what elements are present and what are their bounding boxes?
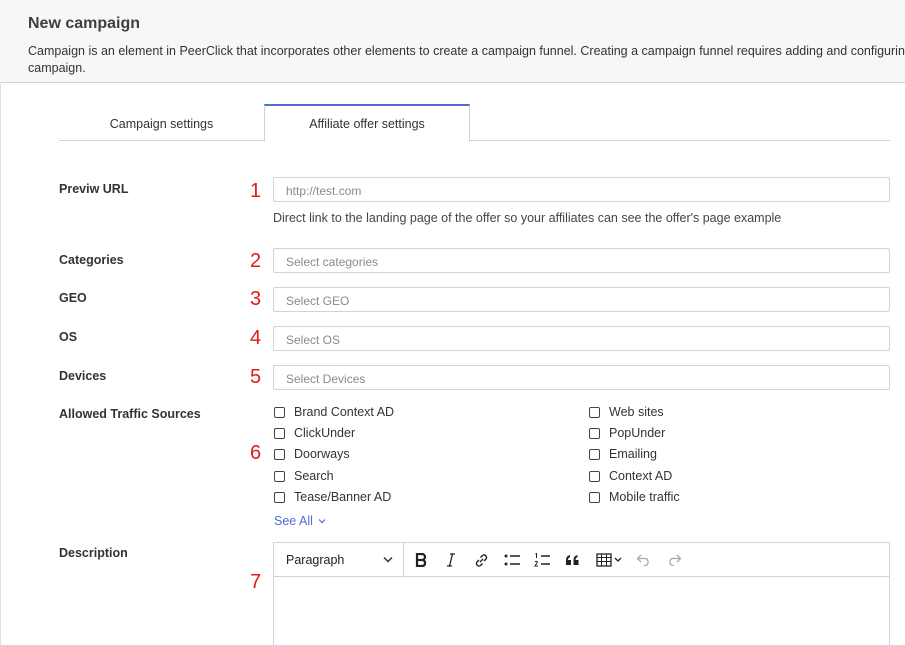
checkbox[interactable] <box>274 406 285 418</box>
checkbox[interactable] <box>274 470 285 482</box>
devices-select[interactable]: Select Devices <box>273 365 890 390</box>
checkbox-label: Emailing <box>609 447 657 461</box>
checkbox[interactable] <box>274 491 285 503</box>
checkbox[interactable] <box>589 491 600 503</box>
preview-url-input[interactable]: http://test.com <box>273 177 890 202</box>
checkbox-label: Search <box>294 469 334 483</box>
checkbox-label: PopUnder <box>609 426 666 440</box>
marker-6: 6 <box>250 442 262 464</box>
paragraph-format-value: Paragraph <box>286 553 345 567</box>
checkbox[interactable] <box>589 406 600 418</box>
marker-4: 4 <box>250 327 262 349</box>
marker-3: 3 <box>250 288 262 310</box>
checkbox[interactable] <box>274 448 285 460</box>
undo-button[interactable] <box>633 549 655 571</box>
italic-icon <box>447 553 455 567</box>
checkbox-label: Brand Context AD <box>294 405 395 419</box>
checkbox-label: Mobile traffic <box>609 490 680 504</box>
quote-icon <box>565 555 578 565</box>
traffic-checkbox[interactable]: Mobile traffic <box>589 489 680 505</box>
description-label: Description <box>59 546 128 560</box>
link-icon <box>475 553 487 567</box>
preview-url-placeholder: http://test.com <box>286 184 362 198</box>
devices-label: Devices <box>59 369 107 383</box>
traffic-checkbox[interactable]: Tease/Banner AD <box>274 489 391 505</box>
checkbox[interactable] <box>589 427 600 439</box>
page-description: Campaign is an element in PeerClick that… <box>28 44 905 75</box>
undo-icon <box>636 554 649 566</box>
categories-select[interactable]: Select categories <box>273 248 890 273</box>
insert-table-button[interactable] <box>592 549 628 571</box>
traffic-checkbox[interactable]: Emailing <box>589 446 657 462</box>
blockquote-button[interactable] <box>561 549 583 571</box>
bulleted-list-icon <box>504 554 520 566</box>
traffic-checkbox[interactable]: Search <box>274 468 334 484</box>
geo-label: GEO <box>59 291 87 305</box>
bulleted-list-button[interactable] <box>501 549 523 571</box>
tab-affiliate-offer-settings[interactable]: Affiliate offer settings <box>264 104 470 142</box>
geo-placeholder: Select GEO <box>286 294 350 308</box>
chevron-down-icon <box>318 519 326 524</box>
bold-icon <box>415 553 427 567</box>
italic-button[interactable] <box>440 549 462 571</box>
description-editor: Paragraph <box>273 542 890 645</box>
see-all-link[interactable]: See All <box>274 514 326 528</box>
geo-select[interactable]: Select GEO <box>273 287 890 312</box>
traffic-checkbox[interactable]: Brand Context AD <box>274 404 394 420</box>
page-header: New campaign Campaign is an element in P… <box>0 0 905 83</box>
preview-url-hint: Direct link to the landing page of the o… <box>273 211 782 225</box>
checkbox[interactable] <box>589 448 600 460</box>
checkbox-label: Web sites <box>609 405 664 419</box>
os-label: OS <box>59 330 78 344</box>
numbered-list-icon <box>533 552 550 566</box>
checkbox-label: Tease/Banner AD <box>294 490 392 504</box>
page-title: New campaign <box>28 15 141 32</box>
devices-placeholder: Select Devices <box>286 372 366 386</box>
traffic-checkbox[interactable]: Doorways <box>274 446 350 462</box>
link-button[interactable] <box>470 549 492 571</box>
traffic-checkbox[interactable]: Context AD <box>589 468 672 484</box>
os-select[interactable]: Select OS <box>273 326 890 351</box>
checkbox[interactable] <box>589 470 600 482</box>
checkbox-label: Context AD <box>609 469 673 483</box>
traffic-checkbox[interactable]: Web sites <box>589 404 664 420</box>
tab-campaign-settings[interactable]: Campaign settings <box>59 104 264 141</box>
traffic-checkbox[interactable]: ClickUnder <box>274 425 355 441</box>
tab-bar: Campaign settings Affiliate offer settin… <box>59 104 890 142</box>
marker-7: 7 <box>250 571 262 593</box>
redo-icon <box>669 554 682 566</box>
checkbox[interactable] <box>274 427 285 439</box>
description-textarea[interactable] <box>274 577 889 645</box>
redo-button[interactable] <box>663 549 685 571</box>
preview-url-label: Previw URL <box>59 182 129 196</box>
categories-placeholder: Select categories <box>286 255 379 269</box>
table-icon <box>596 553 622 567</box>
categories-label: Categories <box>59 253 124 267</box>
editor-toolbar: Paragraph <box>274 543 889 577</box>
os-placeholder: Select OS <box>286 333 341 347</box>
bold-button[interactable] <box>410 549 432 571</box>
traffic-sources-label: Allowed Traffic Sources <box>59 407 201 421</box>
numbered-list-button[interactable] <box>531 549 553 571</box>
checkbox-label: ClickUnder <box>294 426 356 440</box>
see-all-label: See All <box>274 514 313 528</box>
checkbox-label: Doorways <box>294 447 350 461</box>
traffic-checkbox[interactable]: PopUnder <box>589 425 665 441</box>
marker-1: 1 <box>250 180 262 202</box>
marker-2: 2 <box>250 250 262 272</box>
chevron-down-icon <box>383 556 393 563</box>
marker-5: 5 <box>250 366 262 388</box>
paragraph-format-dropdown[interactable]: Paragraph <box>274 543 404 576</box>
